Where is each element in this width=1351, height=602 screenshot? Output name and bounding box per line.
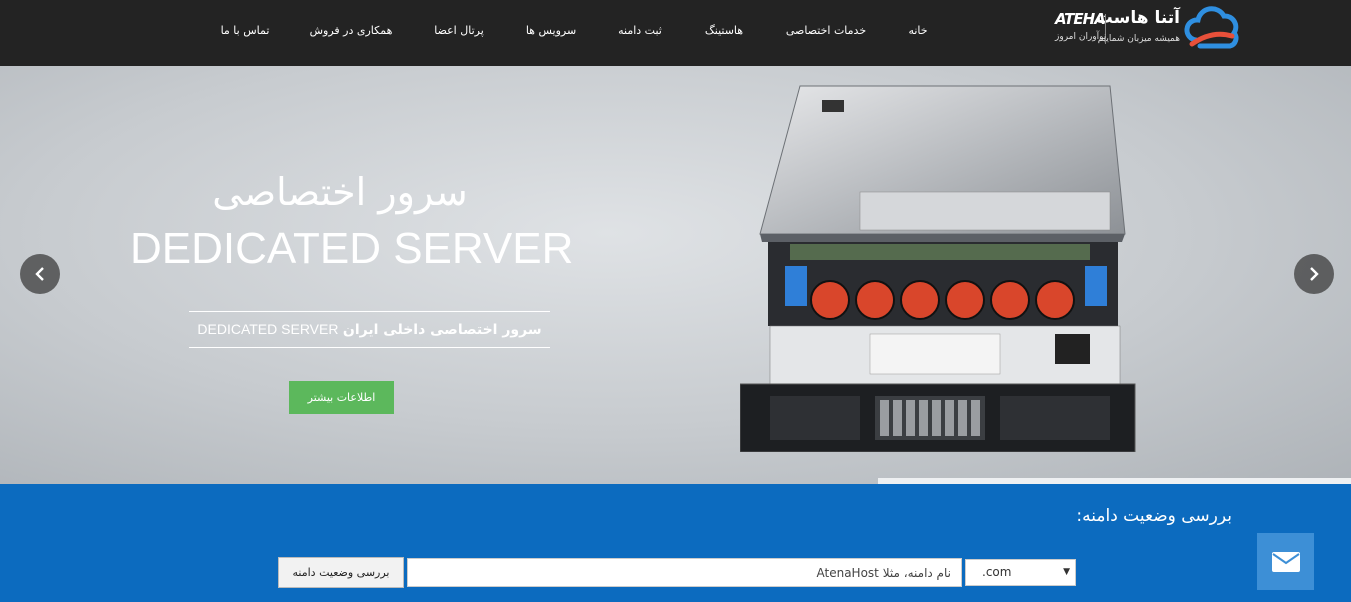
chevron-left-icon xyxy=(35,267,44,281)
hero-slider: سرور اختصاصی DEDICATED SERVER DEDICATED … xyxy=(0,66,1351,484)
nav-item-affiliate[interactable]: همکاری در فروش xyxy=(310,24,393,37)
caret-down-icon: ▼ xyxy=(1063,567,1070,577)
contact-button[interactable] xyxy=(1257,533,1314,590)
domain-name-input[interactable] xyxy=(407,558,962,587)
nav-item-home[interactable]: خانه xyxy=(908,24,927,37)
nav-item-services[interactable]: سرویس ها xyxy=(526,24,576,37)
server-image xyxy=(740,85,1136,452)
brand-mark: ATEHA xyxy=(1055,10,1106,28)
brand-slogan: همیشه میزبان شماییم xyxy=(1097,34,1180,44)
hero-title-en: DEDICATED SERVER xyxy=(130,224,574,273)
chevron-right-icon xyxy=(1310,267,1319,281)
domain-check-section: بررسی وضعیت دامنه: بررسی وضعیت دامنه .co… xyxy=(0,484,1351,602)
more-info-button[interactable]: اطلاعات بیشتر xyxy=(289,381,394,414)
nav-item-dedicated[interactable]: خدمات اختصاصی xyxy=(786,24,866,37)
hero-subtitle: DEDICATED SERVER سرور اختصاصی داخلی ایرا… xyxy=(189,311,550,348)
brand-tagline: نوآوران امروز xyxy=(1055,32,1107,42)
check-domain-button[interactable]: بررسی وضعیت دامنه xyxy=(278,557,404,588)
tld-select[interactable]: .com ▼ xyxy=(965,559,1076,586)
slider-next-button[interactable] xyxy=(1294,254,1334,294)
cloud-logo-icon xyxy=(1184,6,1239,49)
domain-check-title: بررسی وضعیت دامنه: xyxy=(1076,506,1232,526)
nav-item-domain-register[interactable]: ثبت دامنه xyxy=(618,24,662,37)
nav-item-contact[interactable]: تماس با ما xyxy=(221,24,270,37)
brand-name: آتنا هاست xyxy=(1095,8,1180,28)
nav-item-members-portal[interactable]: پرتال اعضا xyxy=(434,24,484,37)
top-navbar: آتنا هاست همیشه میزبان شماییم ATEHA نوآو… xyxy=(0,0,1351,66)
hero-title-fa: سرور اختصاصی xyxy=(212,170,468,214)
hero-subtitle-fa: سرور اختصاصی داخلی ایران xyxy=(342,322,542,338)
tld-selected-value: .com xyxy=(982,565,1012,579)
slider-prev-button[interactable] xyxy=(20,254,60,294)
envelope-icon xyxy=(1271,551,1300,572)
hero-subtitle-en: DEDICATED SERVER xyxy=(197,321,339,337)
site-logo[interactable]: آتنا هاست همیشه میزبان شماییم ATEHA نوآو… xyxy=(1055,6,1240,52)
nav-item-hosting[interactable]: هاستینگ xyxy=(705,24,743,37)
